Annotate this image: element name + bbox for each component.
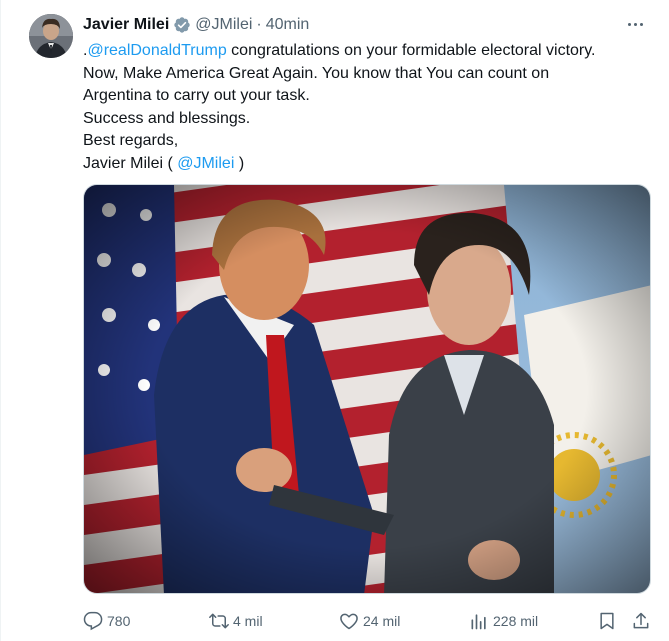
avatar[interactable]: [29, 14, 73, 58]
tweet[interactable]: Javier Milei @JMilei · 40min .@realDonal…: [0, 0, 669, 641]
views-count: 228 mil: [493, 613, 539, 629]
tweet-line: Javier Milei ( @JMilei ): [83, 153, 653, 176]
reply-count: 780: [107, 613, 131, 629]
repost-button[interactable]: 4 mil: [209, 610, 263, 632]
mention-link[interactable]: @realDonaldTrump: [87, 42, 226, 59]
like-icon: [340, 613, 358, 630]
repost-count: 4 mil: [233, 613, 263, 629]
views-button[interactable]: 228 mil: [469, 610, 538, 632]
line-rest: congratulations on your formidable elect…: [226, 42, 596, 59]
reply-icon: [83, 611, 103, 631]
line-rest: ): [234, 154, 245, 172]
bookmark-icon: [600, 612, 614, 630]
views-icon: [471, 614, 486, 630]
tweet-time[interactable]: 40min: [266, 16, 310, 34]
bookmark-button[interactable]: [597, 610, 621, 632]
like-count: 24 mil: [363, 613, 401, 629]
more-icon[interactable]: [623, 14, 647, 34]
mention-link[interactable]: @JMilei: [177, 155, 234, 172]
author-handle[interactable]: @JMilei: [195, 16, 252, 34]
action-bar: 780 4 mil 24 mil 228 mil: [83, 606, 653, 636]
tweet-line: Success and blessings.: [83, 109, 251, 127]
share-button[interactable]: [631, 610, 655, 632]
tweet-line: Argentina to carry out your task.: [83, 87, 310, 104]
tweet-photo[interactable]: [83, 184, 651, 594]
like-button[interactable]: 24 mil: [339, 610, 400, 632]
tweet-line: Best regards,: [83, 132, 179, 149]
repost-icon: [209, 613, 229, 629]
tweet-text: .@realDonaldTrump congratulations on you…: [83, 40, 653, 175]
tweet-line: Now, Make America Great Again. You know …: [83, 64, 550, 82]
reply-button[interactable]: 780: [83, 610, 130, 632]
verified-badge-icon: [173, 16, 191, 34]
author-name[interactable]: Javier Milei: [83, 16, 169, 34]
header-separator: ·: [256, 16, 262, 33]
line-prefix: Javier Milei (: [83, 154, 178, 172]
tweet-header: Javier Milei @JMilei · 40min: [83, 14, 309, 36]
tweet-line: .@realDonaldTrump congratulations on you…: [83, 40, 653, 63]
share-icon: [633, 612, 649, 629]
